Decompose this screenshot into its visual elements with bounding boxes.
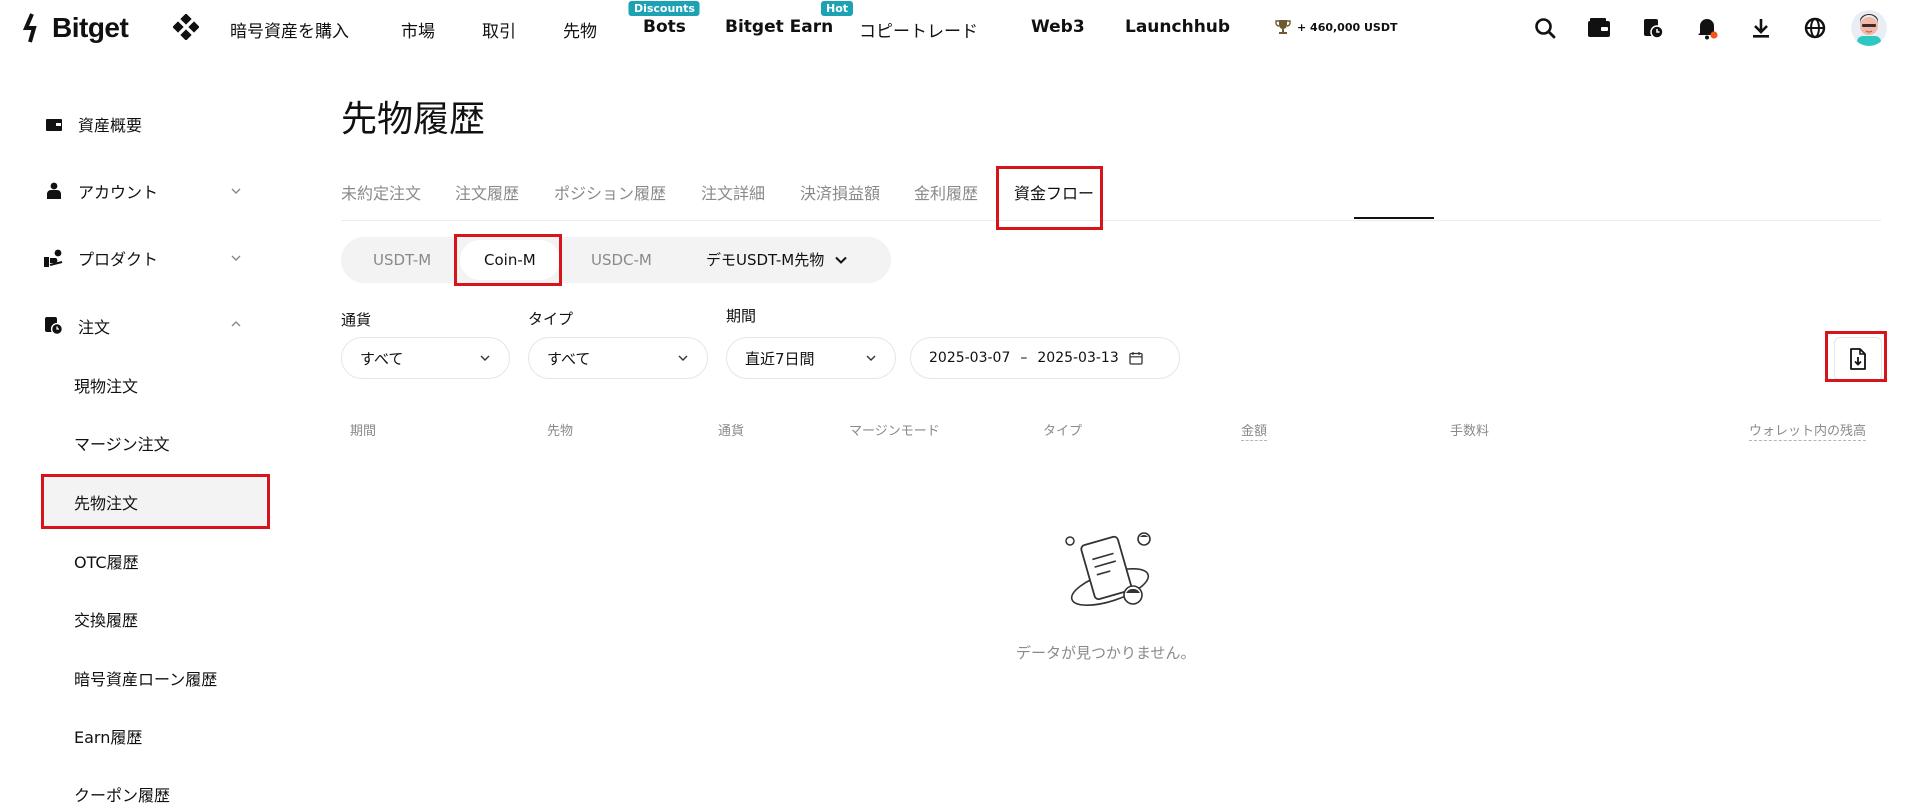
sidebar-item-products[interactable]: プロダクト (44, 246, 158, 270)
nav-bitget-earn[interactable]: Bitget Earn Hot (725, 1, 854, 37)
col-margin-mode: マージンモード (849, 424, 940, 439)
sidebar-item-margin-orders[interactable]: マージン注文 (74, 431, 170, 455)
sidebar-item-label: プロダクト (78, 250, 159, 269)
sidebar-item-otc-history[interactable]: OTC履歴 (74, 549, 139, 573)
export-download-button[interactable] (1834, 337, 1882, 381)
chevron-up-icon[interactable] (230, 318, 242, 330)
sidebar-item-futures-orders[interactable]: 先物注文 (74, 490, 138, 514)
segment-coin-m[interactable]: Coin-M (460, 240, 560, 280)
date-range-picker[interactable]: 2025-03-07 – 2025-03-13 (910, 337, 1180, 379)
sidebar-item-earn-history[interactable]: Earn履歴 (74, 724, 142, 748)
currency-filter-label: 通貨 (341, 311, 372, 329)
col-futures: 先物 (547, 424, 574, 439)
sidebar-item-label: 資産概要 (78, 116, 143, 135)
col-type: タイプ (1043, 424, 1083, 439)
user-icon (44, 181, 64, 201)
wallet-icon (44, 114, 64, 134)
promo-text: + 460,000 USDT (1297, 20, 1398, 34)
tab-fund-flow[interactable]: 資金フロー (1014, 180, 1094, 204)
sidebar-item-account[interactable]: アカウント (44, 179, 158, 203)
chevron-down-icon (678, 355, 688, 361)
date-end[interactable]: 2025-03-13 (1037, 350, 1118, 366)
sidebar-item-label: 注文 (78, 318, 111, 337)
col-currency: 通貨 (718, 424, 745, 439)
logo-text: Bitget (52, 12, 129, 43)
nav-bots[interactable]: Bots Discounts (628, 1, 700, 37)
empty-state-message: データが見つかりません。 (1016, 644, 1196, 662)
date-separator: – (1020, 350, 1028, 366)
contract-type-selector: USDT-M Coin-M USDC-M デモUSDT-M先物 (341, 237, 891, 283)
top-navigation-bar: Bitget 暗号資産を購入 市場 取引 先物 Bots Discounts B… (0, 0, 1915, 56)
bell-icon[interactable] (1695, 16, 1719, 40)
sidebar-item-assets-overview[interactable]: 資産概要 (44, 112, 142, 136)
nav-trade[interactable]: 取引 (482, 17, 516, 42)
trophy-icon (1275, 20, 1291, 34)
date-start[interactable]: 2025-03-07 (929, 350, 1010, 366)
segment-demo-label: デモUSDT-M先物 (706, 251, 825, 269)
sidebar-item-convert-history[interactable]: 交換履歴 (74, 607, 138, 631)
nav-markets[interactable]: 市場 (401, 17, 435, 42)
active-tab-underline (1354, 217, 1434, 219)
chevron-down-icon[interactable] (230, 185, 242, 197)
sidebar-item-coupon-history[interactable]: クーポン履歴 (74, 782, 170, 806)
segment-usdt-m[interactable]: USDT-M (373, 237, 431, 283)
period-select[interactable]: 直近7日間 (726, 337, 896, 379)
sidebar-item-label: アカウント (78, 183, 159, 202)
calendar-icon[interactable] (1129, 351, 1143, 365)
segment-usdc-m[interactable]: USDC-M (591, 237, 652, 283)
bitget-logo-icon (22, 13, 37, 43)
nav-copy-trade[interactable]: コピートレード (859, 17, 978, 42)
product-icon (44, 248, 64, 268)
currency-select-value: すべて (360, 349, 404, 368)
chevron-down-icon (835, 256, 847, 264)
tab-order-details[interactable]: 注文詳細 (701, 180, 765, 204)
chevron-down-icon (866, 355, 876, 361)
page-title: 先物履歴 (341, 99, 486, 140)
globe-icon[interactable] (1803, 16, 1827, 40)
chevron-down-icon (480, 355, 490, 361)
hot-badge: Hot (820, 1, 854, 16)
apps-icon[interactable] (173, 14, 199, 40)
nav-buy-crypto[interactable]: 暗号資産を購入 (230, 17, 349, 42)
col-wallet-balance[interactable]: ウォレット内の残高 (1749, 420, 1867, 441)
tab-funding-history[interactable]: 金利履歴 (914, 180, 978, 204)
no-data-illustration (1065, 532, 1151, 606)
promo-banner[interactable]: + 460,000 USDT (1274, 18, 1397, 36)
nav-futures[interactable]: 先物 (563, 17, 597, 42)
nav-bitget-earn-label: Bitget Earn (725, 17, 834, 37)
header-icons (1503, 10, 1887, 46)
discounts-badge: Discounts (628, 1, 700, 16)
type-select-value: すべて (547, 349, 591, 368)
wallet-icon[interactable] (1587, 16, 1611, 40)
type-filter-label: タイプ (528, 310, 574, 328)
col-period: 期間 (350, 424, 377, 439)
currency-select[interactable]: すべて (341, 337, 510, 379)
sidebar-item-crypto-loan-history[interactable]: 暗号資産ローン履歴 (74, 666, 217, 690)
col-fee: 手数料 (1450, 424, 1490, 439)
sidebar-item-spot-orders[interactable]: 現物注文 (74, 373, 138, 397)
user-avatar[interactable] (1851, 10, 1887, 46)
nav-launchhub[interactable]: Launchhub (1125, 17, 1230, 37)
history-tabs: 未約定注文 注文履歴 ポジション履歴 注文詳細 決済損益額 金利履歴 資金フロー (341, 172, 1881, 221)
orders-icon (44, 316, 64, 336)
orders-icon[interactable] (1641, 16, 1665, 40)
bitget-logo[interactable]: Bitget (22, 8, 129, 48)
period-select-value: 直近7日間 (745, 349, 815, 368)
file-download-icon (1850, 348, 1866, 370)
sidebar-item-orders[interactable]: 注文 (44, 314, 110, 338)
chevron-down-icon[interactable] (230, 252, 242, 264)
tab-order-history[interactable]: 注文履歴 (455, 180, 519, 204)
col-amount[interactable]: 金額 (1241, 420, 1268, 441)
search-icon[interactable] (1533, 16, 1557, 40)
nav-web3[interactable]: Web3 (1031, 17, 1085, 37)
tab-position-history[interactable]: ポジション履歴 (554, 180, 666, 204)
tab-open-orders[interactable]: 未約定注文 (341, 180, 421, 204)
nav-bots-label: Bots (643, 17, 686, 37)
tab-realized-pnl[interactable]: 決済損益額 (800, 180, 880, 204)
segment-demo-usdt-m[interactable]: デモUSDT-M先物 (706, 237, 848, 283)
period-filter-label: 期間 (726, 307, 757, 325)
download-icon[interactable] (1749, 16, 1773, 40)
type-select[interactable]: すべて (528, 337, 708, 379)
